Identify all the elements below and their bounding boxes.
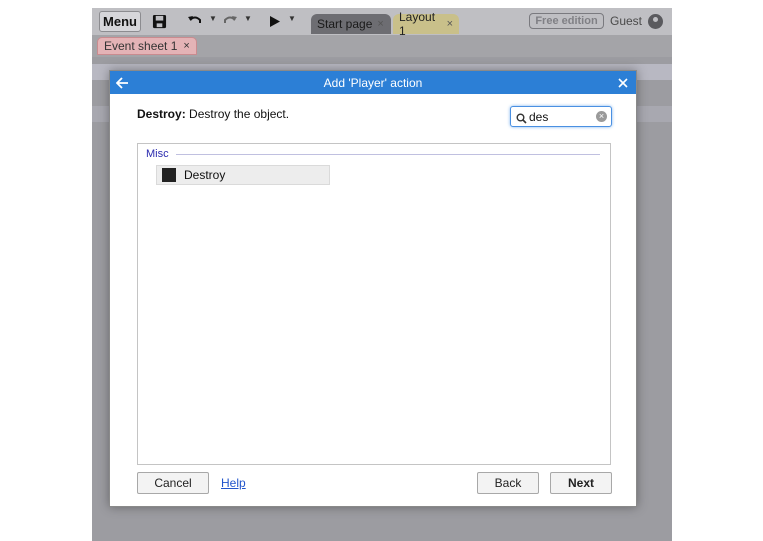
menu-button[interactable]: Menu bbox=[99, 11, 141, 32]
redo-dropdown-icon[interactable]: ▼ bbox=[244, 14, 252, 23]
tab-layout-1[interactable]: Layout 1 × bbox=[393, 10, 459, 38]
action-description: Destroy: Destroy the object. bbox=[137, 107, 289, 121]
category-divider bbox=[176, 154, 600, 155]
action-description-text: Destroy the object. bbox=[185, 107, 290, 121]
user-account[interactable]: Guest bbox=[610, 12, 664, 30]
dialog-title: Add 'Player' action bbox=[323, 75, 423, 90]
edition-badge[interactable]: Free edition bbox=[529, 13, 604, 29]
back-arrow-icon[interactable] bbox=[116, 71, 129, 94]
list-item-destroy[interactable]: Destroy bbox=[156, 165, 330, 185]
help-link[interactable]: Help bbox=[221, 476, 246, 490]
tab-start-page[interactable]: Start page × bbox=[311, 14, 391, 34]
play-icon[interactable] bbox=[269, 12, 281, 30]
search-icon bbox=[516, 111, 527, 129]
add-action-dialog: Add 'Player' action Destroy: Destroy the… bbox=[109, 70, 637, 507]
action-name: Destroy bbox=[137, 107, 182, 121]
action-list[interactable]: Misc Destroy bbox=[137, 143, 611, 465]
undo-icon[interactable] bbox=[187, 12, 203, 30]
list-item-label: Destroy bbox=[184, 168, 226, 182]
tab-label: Start page bbox=[317, 17, 373, 31]
tab-event-sheet-1[interactable]: Event sheet 1 × bbox=[97, 37, 197, 55]
dialog-title-bar: Add 'Player' action bbox=[110, 71, 636, 94]
save-icon[interactable] bbox=[152, 12, 167, 30]
close-icon[interactable]: × bbox=[183, 40, 189, 52]
play-dropdown-icon[interactable]: ▼ bbox=[288, 14, 296, 23]
back-button[interactable]: Back bbox=[477, 472, 539, 494]
cancel-button[interactable]: Cancel bbox=[137, 472, 209, 494]
category-label: Misc bbox=[146, 148, 169, 160]
close-icon[interactable] bbox=[618, 71, 628, 94]
search-box[interactable]: × bbox=[510, 106, 612, 127]
tab-label: Layout 1 bbox=[399, 10, 436, 38]
redo-icon[interactable] bbox=[222, 12, 238, 30]
main-toolbar: Menu ▼ ▼ ▼ Start page × Layout 1 × Free … bbox=[92, 8, 672, 38]
clear-icon[interactable]: × bbox=[596, 111, 607, 122]
user-icon bbox=[648, 13, 664, 29]
search-input[interactable] bbox=[529, 108, 593, 125]
undo-dropdown-icon[interactable]: ▼ bbox=[209, 14, 217, 23]
next-button[interactable]: Next bbox=[550, 472, 612, 494]
close-icon[interactable]: × bbox=[377, 18, 383, 30]
close-icon[interactable]: × bbox=[447, 18, 453, 30]
action-icon bbox=[162, 168, 176, 182]
user-name: Guest bbox=[610, 14, 643, 28]
tab-label: Event sheet 1 bbox=[104, 39, 178, 53]
